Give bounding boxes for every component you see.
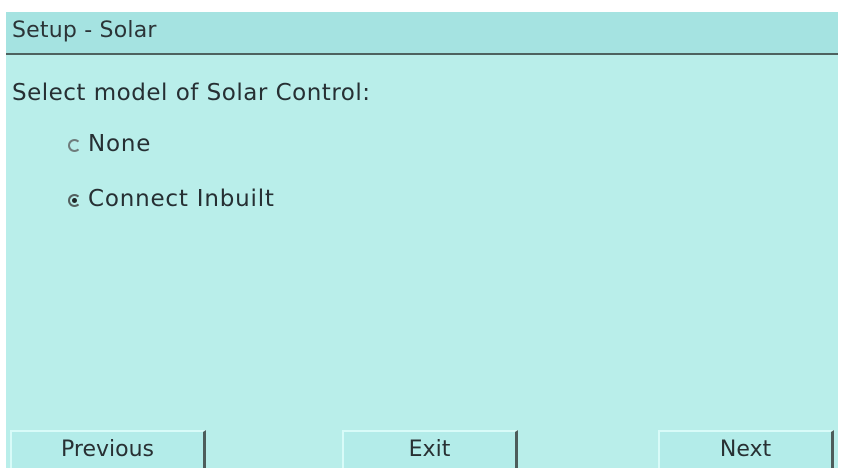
device-frame: Setup - Solar Select model of Solar Cont… <box>0 0 842 468</box>
solar-model-prompt: Select model of Solar Control: <box>12 80 371 106</box>
radio-checked-icon[interactable] <box>68 193 81 207</box>
radio-label-none: None <box>88 131 152 157</box>
window-title: Setup - Solar <box>12 18 157 43</box>
radio-option-none[interactable]: None <box>68 129 151 159</box>
next-button[interactable]: Next <box>658 430 834 468</box>
title-bar: Setup - Solar <box>6 12 838 55</box>
previous-button[interactable]: Previous <box>10 430 206 468</box>
radio-label-connect-inbuilt: Connect Inbuilt <box>88 186 275 212</box>
radio-option-connect-inbuilt[interactable]: Connect Inbuilt <box>68 184 275 214</box>
radio-selected-dot <box>72 197 77 203</box>
setup-screen: Setup - Solar Select model of Solar Cont… <box>6 12 838 468</box>
exit-button[interactable]: Exit <box>342 430 518 468</box>
radio-unchecked-icon[interactable] <box>68 138 81 152</box>
